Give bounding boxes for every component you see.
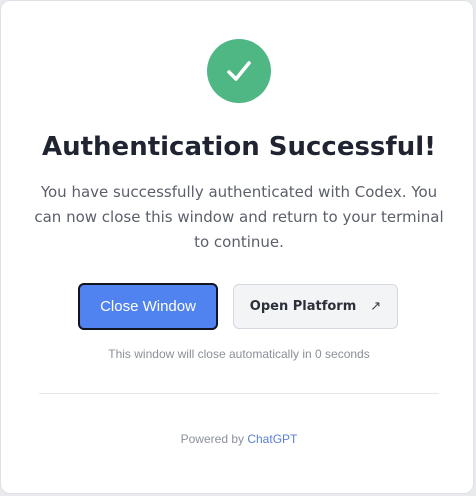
page-title: Authentication Successful! bbox=[41, 132, 436, 162]
check-icon bbox=[227, 61, 251, 81]
auth-success-card: Authentication Successful! You have succ… bbox=[0, 0, 474, 494]
auto-close-notice: This window will close automatically in … bbox=[1, 346, 476, 362]
divider bbox=[39, 393, 439, 394]
powered-by-text: Powered by bbox=[180, 432, 244, 446]
close-window-button[interactable]: Close Window bbox=[78, 283, 218, 330]
success-badge bbox=[207, 39, 271, 103]
close-window-label: Close Window bbox=[100, 298, 196, 315]
countdown-suffix: seconds bbox=[321, 347, 370, 361]
countdown-seconds: 0 bbox=[315, 347, 322, 361]
footer: Powered by ChatGPT bbox=[1, 431, 476, 447]
success-message: You have successfully authenticated with… bbox=[34, 183, 444, 251]
chatgpt-link[interactable]: ChatGPT bbox=[247, 432, 297, 446]
countdown-prefix: This window will close automatically in bbox=[108, 347, 316, 361]
open-platform-label: Open Platform bbox=[249, 299, 357, 314]
open-platform-button[interactable]: Open Platform ↗ bbox=[233, 284, 398, 329]
external-link-icon: ↗ bbox=[370, 299, 382, 314]
